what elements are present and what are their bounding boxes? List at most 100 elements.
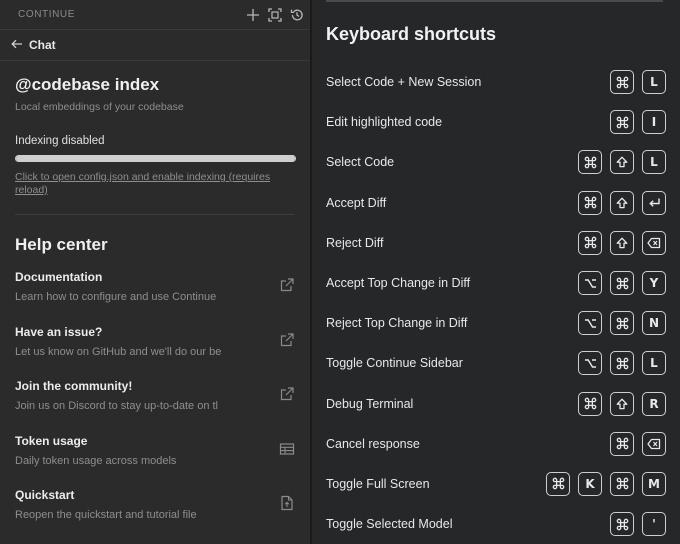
help-item-quickstart[interactable]: Quickstart Reopen the quickstart and tut…: [15, 479, 295, 534]
command-key-icon: [578, 391, 602, 416]
shift-key-icon: [610, 391, 634, 416]
shortcut-row: Reject Top Change in Diff N: [326, 303, 666, 343]
command-key-icon: [610, 70, 634, 95]
help-item-community[interactable]: Join the community! Join us on Discord t…: [15, 370, 295, 425]
command-key-icon: [578, 230, 602, 255]
shortcuts-title: Keyboard shortcuts: [326, 24, 497, 44]
help-item-token-usage[interactable]: Token usage Daily token usage across mod…: [15, 425, 295, 480]
letter-key: R: [642, 391, 666, 416]
shortcut-row: Select Code + New Session L: [326, 62, 666, 102]
sidebar-panel: CONTINUE Chat @codebase index Local embe…: [0, 0, 310, 544]
shortcut-label: Select Code: [326, 155, 395, 170]
letter-key: L: [642, 351, 666, 376]
section-divider: [15, 214, 294, 215]
back-label: Chat: [29, 38, 56, 52]
enable-indexing-link[interactable]: Click to open config.json and enable ind…: [15, 171, 300, 197]
shortcut-label: Toggle Full Screen: [326, 476, 430, 491]
shortcut-keys: L: [578, 150, 666, 175]
shortcut-row: Toggle Full Screen K M: [326, 464, 666, 504]
shortcut-label: Accept Top Change in Diff: [326, 276, 471, 291]
command-key-icon: [610, 110, 634, 135]
command-key-icon: [610, 271, 634, 296]
help-item-title: Documentation: [15, 270, 103, 284]
indexing-status: Indexing disabled: [15, 135, 105, 147]
arrow-left-icon: [11, 36, 23, 54]
shortcut-label: Toggle Continue Sidebar: [326, 356, 463, 371]
shortcut-keys: I: [610, 110, 666, 135]
option-key-icon: [578, 271, 602, 296]
letter-key: ': [642, 512, 666, 537]
backspace-key-icon: [642, 230, 666, 255]
shortcut-label: Reject Top Change in Diff: [326, 316, 468, 331]
letter-key: M: [642, 471, 666, 496]
shortcut-keys: L: [610, 70, 666, 95]
shortcut-row: Reject Diff: [326, 223, 666, 263]
shortcut-label: Select Code + New Session: [326, 75, 482, 90]
letter-key: Y: [642, 271, 666, 296]
shortcut-row: Accept Top Change in Diff Y: [326, 263, 666, 303]
backspace-key-icon: [642, 431, 666, 456]
option-key-icon: [578, 351, 602, 376]
external-link-icon: [279, 386, 295, 402]
help-item-title: Quickstart: [15, 488, 75, 502]
shortcut-label: Debug Terminal: [326, 396, 414, 411]
shortcut-keys: ': [610, 512, 666, 537]
shortcuts-list: Select Code + New Session L Edit highlight…: [326, 62, 666, 544]
help-item-title: Token usage: [15, 433, 88, 448]
shortcut-row: Debug Terminal R: [326, 384, 666, 424]
progress-fill: [16, 156, 295, 161]
indexing-progress-bar: [15, 155, 296, 162]
header-actions: [246, 7, 304, 22]
help-list: Documentation Learn how to configure and…: [15, 261, 295, 534]
shortcut-keys: KM: [546, 471, 666, 496]
shortcut-row: Accept Diff: [326, 183, 666, 223]
letter-key: I: [642, 110, 666, 135]
shortcut-keys: Y: [578, 271, 666, 296]
panel-header: CONTINUE: [0, 0, 310, 30]
help-item-desc: Join us on Discord to stay up-to-date on…: [15, 400, 218, 412]
shortcut-label: Reject Diff: [326, 235, 384, 250]
command-key-icon: [610, 512, 634, 537]
shortcut-row: Toggle Selected Model ': [326, 504, 666, 544]
help-item-title: Have an issue?: [15, 324, 103, 339]
table-icon: [279, 441, 295, 457]
shortcut-label: Toggle Selected Model: [326, 517, 453, 532]
shortcut-row: Edit highlighted code I: [326, 102, 666, 142]
shift-key-icon: [610, 190, 634, 215]
shortcut-label: Edit highlighted code: [326, 115, 443, 130]
letter-key: K: [578, 471, 602, 496]
letter-key: N: [642, 311, 666, 336]
history-icon[interactable]: [290, 8, 304, 22]
command-key-icon: [610, 471, 634, 496]
shortcut-row: Cancel response: [326, 424, 666, 464]
shortcut-keys: N: [578, 311, 666, 336]
help-item-desc: Learn how to configure and use Continue: [15, 291, 217, 303]
indexing-section: @codebase index Local embeddings of your…: [0, 75, 310, 197]
shortcut-row: Select Code L: [326, 142, 666, 182]
shift-key-icon: [610, 230, 634, 255]
shortcut-label: Cancel response: [326, 436, 420, 451]
command-key-icon: [578, 190, 602, 215]
help-item-issue[interactable]: Have an issue? Let us know on GitHub and…: [15, 316, 295, 371]
command-key-icon: [610, 311, 634, 336]
fullscreen-icon[interactable]: [268, 7, 282, 22]
shortcut-row: Toggle Continue Sidebar L: [326, 343, 666, 383]
letter-key: L: [642, 150, 666, 175]
help-item-documentation[interactable]: Documentation Learn how to configure and…: [15, 261, 295, 316]
command-key-icon: [610, 351, 634, 376]
back-to-chat[interactable]: Chat: [0, 30, 310, 61]
help-item-title: Join the community!: [15, 379, 133, 393]
shortcut-keys: [578, 230, 666, 255]
plus-icon[interactable]: [246, 8, 260, 22]
shortcut-keys: L: [578, 351, 666, 376]
enter-key-icon: [642, 190, 666, 215]
letter-key: L: [642, 70, 666, 95]
command-key-icon: [578, 150, 602, 175]
command-key-icon: [610, 431, 634, 456]
help-item-desc: Daily token usage across models: [15, 454, 177, 467]
command-key-icon: [546, 471, 570, 496]
file-icon: [279, 495, 295, 511]
panel-title: CONTINUE: [18, 9, 76, 20]
help-center-title: Help center: [15, 235, 108, 254]
shortcut-keys: [610, 431, 666, 456]
